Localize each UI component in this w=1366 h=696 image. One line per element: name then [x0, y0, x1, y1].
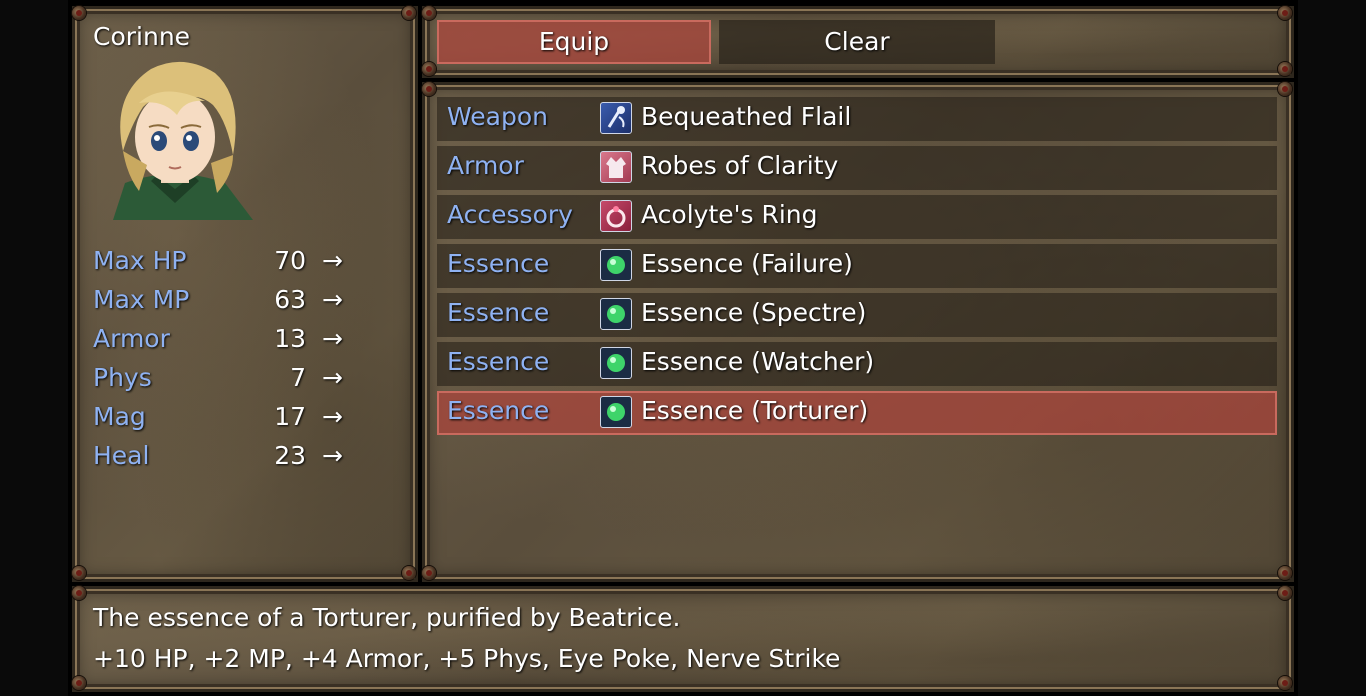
slot-type-label: Weapon	[447, 102, 548, 131]
slot-type-label: Armor	[447, 151, 524, 180]
stat-row-heal: Heal 23 →	[93, 441, 343, 475]
stat-value: 7	[290, 363, 306, 392]
help-description-line: The essence of a Torturer, purified by B…	[93, 603, 681, 632]
slot-row-essence-2[interactable]: Essence Essence (Spectre)	[437, 293, 1277, 337]
slot-type-label: Essence	[447, 347, 550, 376]
item-name: Essence (Spectre)	[641, 298, 867, 327]
slot-row-armor[interactable]: Armor Robes of Clarity	[437, 146, 1277, 190]
item-name: Essence (Watcher)	[641, 347, 875, 376]
item-name: Essence (Failure)	[641, 249, 853, 278]
clear-command-button[interactable]: Clear	[719, 20, 995, 64]
slot-row-essence-1[interactable]: Essence Essence (Failure)	[437, 244, 1277, 288]
item-name: Robes of Clarity	[641, 151, 839, 180]
corner-ornament	[422, 62, 436, 76]
corner-ornament	[1278, 6, 1292, 20]
stat-label: Heal	[93, 441, 150, 470]
green-orb-icon	[600, 249, 632, 281]
stat-value: 70	[274, 246, 306, 275]
stat-label: Max HP	[93, 246, 187, 275]
corner-ornament	[72, 676, 86, 690]
right-letterbox	[1298, 0, 1366, 696]
slot-row-essence-3[interactable]: Essence Essence (Watcher)	[437, 342, 1277, 386]
stat-label: Phys	[93, 363, 152, 392]
robe-icon	[600, 151, 632, 183]
stat-row-phys: Phys 7 →	[93, 363, 343, 397]
actor-name: Corinne	[93, 22, 191, 51]
corner-ornament	[1278, 676, 1292, 690]
corner-ornament	[402, 566, 416, 580]
item-name: Bequeathed Flail	[641, 102, 852, 131]
corner-ornament	[422, 82, 436, 96]
corner-ornament	[72, 586, 86, 600]
corner-ornament	[422, 566, 436, 580]
stat-row-max-hp: Max HP 70 →	[93, 246, 343, 280]
stat-value: 23	[274, 441, 306, 470]
green-orb-icon	[600, 298, 632, 330]
stat-row-mag: Mag 17 →	[93, 402, 343, 436]
stat-row-max-mp: Max MP 63 →	[93, 285, 343, 319]
corner-ornament	[1278, 82, 1292, 96]
arrow-icon: →	[322, 363, 343, 392]
ring-icon	[600, 200, 632, 232]
corner-ornament	[422, 6, 436, 20]
item-name: Acolyte's Ring	[641, 200, 818, 229]
green-orb-icon	[600, 396, 632, 428]
corner-ornament	[402, 6, 416, 20]
arrow-icon: →	[322, 324, 343, 353]
arrow-icon: →	[322, 402, 343, 431]
slot-type-label: Essence	[447, 298, 550, 327]
slot-row-essence-4[interactable]: Essence Essence (Torturer)	[437, 391, 1277, 435]
stat-value: 13	[274, 324, 306, 353]
slot-row-weapon[interactable]: Weapon Bequeathed Flail	[437, 97, 1277, 141]
corner-ornament	[1278, 566, 1292, 580]
stat-label: Armor	[93, 324, 170, 353]
help-effects-line: +10 HP, +2 MP, +4 Armor, +5 Phys, Eye Po…	[93, 644, 841, 673]
equip-command-button[interactable]: Equip	[437, 20, 711, 64]
stat-label: Max MP	[93, 285, 190, 314]
corner-ornament	[72, 566, 86, 580]
item-name: Essence (Torturer)	[641, 396, 869, 425]
arrow-icon: →	[322, 441, 343, 470]
help-window	[72, 586, 1294, 692]
slot-row-accessory[interactable]: Accessory Acolyte's Ring	[437, 195, 1277, 239]
character-portrait	[113, 61, 253, 220]
green-orb-icon	[600, 347, 632, 379]
stat-value: 17	[274, 402, 306, 431]
corner-ornament	[1278, 586, 1292, 600]
corner-ornament	[1278, 62, 1292, 76]
flail-icon	[600, 102, 632, 134]
arrow-icon: →	[322, 246, 343, 275]
slot-type-label: Accessory	[447, 200, 573, 229]
stat-label: Mag	[93, 402, 146, 431]
left-letterbox	[0, 0, 68, 696]
slot-type-label: Essence	[447, 249, 550, 278]
arrow-icon: →	[322, 285, 343, 314]
stat-row-armor: Armor 13 →	[93, 324, 343, 358]
corner-ornament	[72, 6, 86, 20]
stat-value: 63	[274, 285, 306, 314]
slot-type-label: Essence	[447, 396, 550, 425]
